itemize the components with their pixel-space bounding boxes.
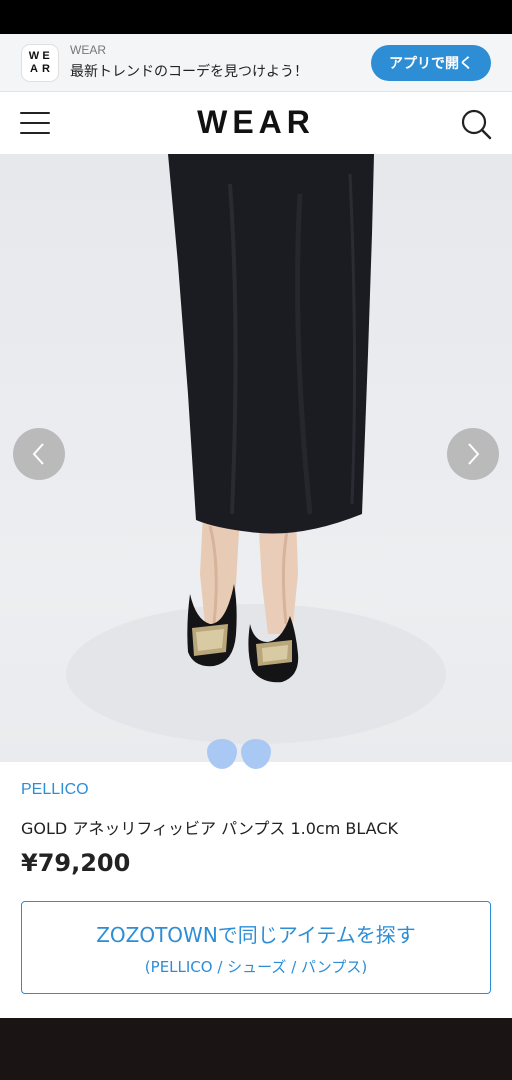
app-icon-letter: A [30, 63, 38, 75]
chevron-right-icon [468, 443, 480, 465]
product-photo[interactable] [0, 154, 512, 762]
app-icon-letter: R [42, 63, 50, 75]
site-header: WEAR [0, 92, 512, 154]
product-photo-illustration [66, 154, 446, 744]
brand-link[interactable]: PELLICO [21, 781, 89, 799]
chevron-left-icon [32, 443, 44, 465]
app-icon-letter: E [42, 50, 50, 62]
status-bar [0, 0, 512, 34]
zozotown-button-label: ZOZOTOWNで同じアイテムを探す [96, 923, 416, 947]
wear-app-icon: W E A R [21, 44, 59, 82]
product-price: ¥79,200 [21, 849, 131, 877]
zozotown-button-category: (PELLICO / シューズ / パンプス) [144, 958, 368, 976]
slide-indicator [207, 739, 271, 769]
banner-app-name: WEAR [70, 43, 106, 57]
product-name: GOLD アネッリフィッビア パンプス 1.0cm BLACK [21, 819, 398, 838]
slide-dot[interactable] [207, 739, 237, 769]
next-image-button[interactable] [447, 428, 499, 480]
wear-logo[interactable]: WEAR [0, 104, 512, 141]
search-icon[interactable] [460, 108, 492, 140]
app-icon-letter: W [28, 50, 40, 62]
prev-image-button[interactable] [13, 428, 65, 480]
banner-tagline: 最新トレンドのコーデを見つけよう！ [70, 64, 308, 80]
open-app-button[interactable]: アプリで開く [371, 45, 491, 81]
footer-bar [0, 1018, 512, 1080]
zozotown-search-button[interactable]: ZOZOTOWNで同じアイテムを探す (PELLICO / シューズ / パンプ… [21, 901, 491, 994]
slide-dot[interactable] [241, 739, 271, 769]
